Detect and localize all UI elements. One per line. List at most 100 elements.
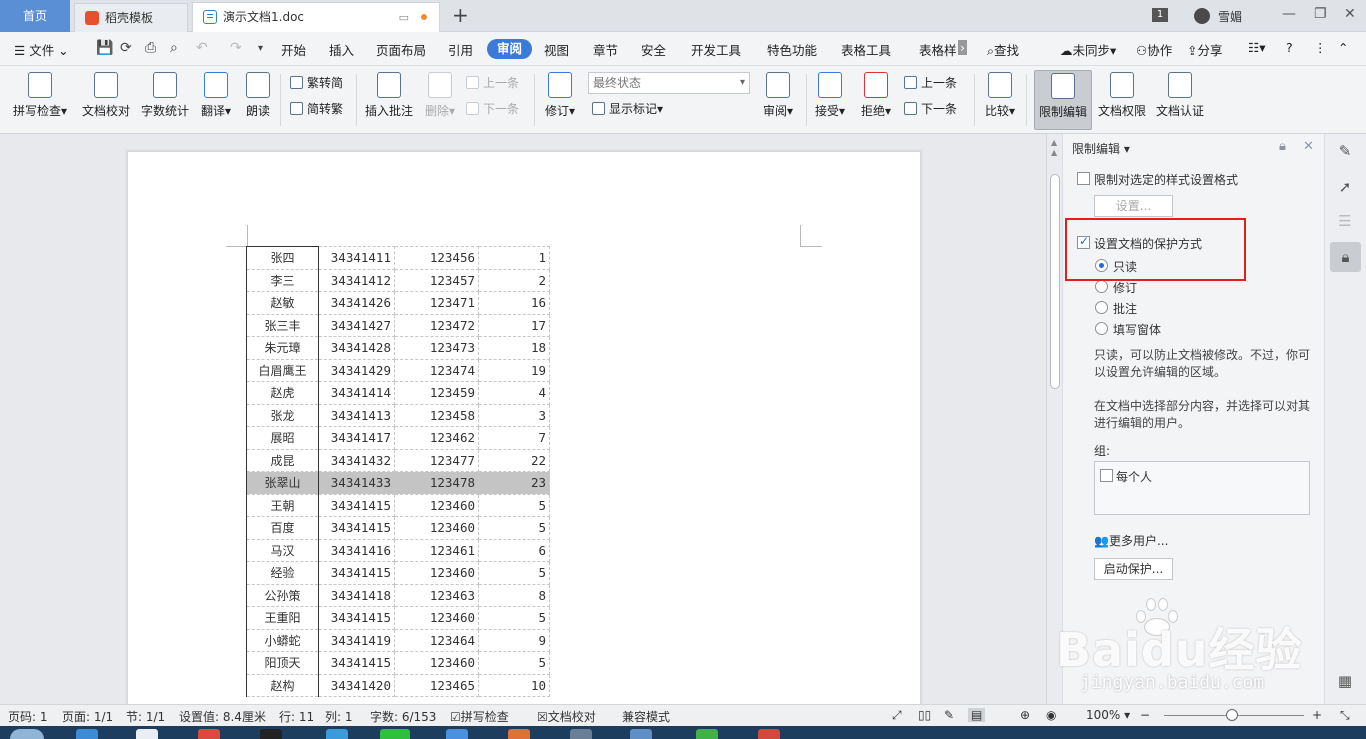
restrict-format-checkbox[interactable] (1077, 172, 1090, 185)
table-cell[interactable]: 34341416 (318, 538, 395, 562)
scroll-up-icon[interactable]: ▲ (1051, 148, 1057, 157)
menu-developer[interactable]: 开发工具 (691, 40, 741, 59)
restore-icon[interactable]: ❐ (1314, 6, 1327, 22)
status-row[interactable]: 行: 11 (279, 708, 314, 725)
taskbar-app-icon[interactable] (758, 729, 780, 739)
table-cell[interactable]: 百度 (246, 516, 319, 540)
table-cell[interactable]: 34341411 (318, 246, 395, 270)
table-cell[interactable]: 张龙 (246, 403, 319, 427)
simp-to-trad-button[interactable]: 简转繁 (290, 100, 343, 117)
table-cell[interactable]: 1 (478, 246, 550, 270)
show-markup-button[interactable]: 显示标记▾ (592, 100, 663, 117)
undo-icon[interactable]: ↶ (196, 40, 208, 56)
taskbar-app-icon[interactable] (260, 729, 282, 739)
table-cell[interactable]: 34341418 (318, 583, 395, 607)
toolbar-options-icon[interactable]: ☷▾ (1248, 40, 1265, 55)
more-icon[interactable]: ⋮ (1314, 40, 1327, 55)
table-cell[interactable]: 张四 (246, 246, 319, 270)
table-cell[interactable]: 2 (478, 268, 550, 292)
table-cell[interactable]: 34341415 (318, 606, 395, 630)
lock-icon[interactable]: 🔒︎ (1279, 139, 1286, 154)
table-cell[interactable]: 8 (478, 583, 550, 607)
menu-table-style[interactable]: 表格样 (919, 40, 957, 59)
sync-status[interactable]: ☁未同步▾ (1060, 40, 1116, 59)
status-setting[interactable]: 设置值: 8.4厘米 (179, 708, 266, 725)
menu-view[interactable]: 视图 (544, 40, 569, 59)
table-cell[interactable]: 3 (478, 403, 550, 427)
table-cell[interactable]: 5 (478, 561, 550, 585)
table-cell[interactable]: 123460 (394, 493, 479, 517)
table-row[interactable]: 经验 34341415 123460 5 (246, 561, 550, 585)
save-icon[interactable]: 💾 (96, 40, 113, 56)
next-change-button[interactable]: 下一条 (904, 100, 957, 117)
taskbar-app-icon[interactable] (326, 729, 348, 739)
print-preview-icon[interactable]: ⌕ (170, 40, 178, 56)
table-row[interactable]: 赵虎 34341414 123459 4 (246, 381, 550, 405)
share-button[interactable]: ⇪分享 (1187, 40, 1223, 59)
doc-rights-button[interactable]: 文档权限 (1096, 70, 1148, 130)
markup-status-select[interactable]: 最终状态 (588, 72, 750, 94)
minimize-icon[interactable]: — (1282, 6, 1296, 22)
accept-button[interactable]: 接受▾ (812, 70, 848, 130)
table-row[interactable]: 张龙 34341413 123458 3 (246, 403, 550, 427)
table-cell[interactable]: 34341415 (318, 516, 395, 540)
table-cell[interactable]: 白眉鹰王 (246, 358, 319, 382)
table-cell[interactable]: 17 (478, 313, 550, 337)
restrict-editing-button[interactable]: 限制编辑 (1034, 70, 1092, 130)
menu-references[interactable]: 引用 (448, 40, 473, 59)
table-row[interactable]: 王重阳 34341415 123460 5 (246, 606, 550, 630)
read-aloud-button[interactable]: 朗读 (244, 70, 272, 130)
table-cell[interactable]: 5 (478, 493, 550, 517)
grid-icon[interactable]: ▦ (1334, 670, 1356, 692)
table-cell[interactable]: 王朝 (246, 493, 319, 517)
table-cell[interactable]: 19 (478, 358, 550, 382)
eye-protection-icon[interactable]: ◉ (1046, 708, 1056, 722)
table-cell[interactable]: 张三丰 (246, 313, 319, 337)
zoom-in-icon[interactable]: + (1312, 708, 1322, 722)
everyone-checkbox[interactable] (1100, 469, 1113, 482)
status-page[interactable]: 页码: 1 (8, 708, 48, 725)
scrollbar-thumb[interactable] (1050, 174, 1060, 389)
table-cell[interactable]: 123459 (394, 381, 479, 405)
taskbar-app-icon[interactable] (630, 729, 652, 739)
table-cell[interactable]: 34341426 (318, 291, 395, 315)
table-cell[interactable]: 123460 (394, 651, 479, 675)
table-row[interactable]: 阳顶天 34341415 123460 5 (246, 651, 550, 675)
taskbar-app-icon[interactable] (696, 729, 718, 739)
table-cell[interactable]: 123477 (394, 448, 479, 472)
group-list[interactable]: 每个人 (1094, 461, 1310, 515)
taskbar-app-icon[interactable] (136, 729, 158, 739)
table-row[interactable]: 赵构 34341420 123465 10 (246, 673, 550, 697)
table-row[interactable]: 白眉鹰王 34341429 123474 19 (246, 358, 550, 382)
table-cell[interactable]: 5 (478, 516, 550, 540)
doc-certify-button[interactable]: 文档认证 (1154, 70, 1206, 130)
table-cell[interactable]: 展昭 (246, 426, 319, 450)
status-words[interactable]: 字数: 6/153 (370, 708, 436, 725)
table-cell[interactable]: 123461 (394, 538, 479, 562)
table-cell[interactable]: 34341432 (318, 448, 395, 472)
fill-form-radio[interactable] (1095, 322, 1108, 335)
page-view-icon[interactable]: ▤ (968, 708, 986, 722)
table-cell[interactable]: 34341413 (318, 403, 395, 427)
collapse-ribbon-icon[interactable]: ⌃ (1338, 40, 1348, 55)
table-row[interactable]: 成昆 34341432 123477 22 (246, 448, 550, 472)
zoom-out-icon[interactable]: − (1140, 708, 1150, 722)
table-cell[interactable]: 34341419 (318, 628, 395, 652)
taskbar-app-icon[interactable] (198, 729, 220, 739)
close-icon[interactable]: ✕ (1303, 139, 1314, 154)
start-icon[interactable] (10, 729, 44, 739)
status-spell[interactable]: ☑拼写检查 (450, 708, 509, 725)
window-count-badge[interactable]: 1 (1152, 8, 1168, 22)
status-doccheck[interactable]: ☒文档校对 (537, 708, 596, 725)
table-row[interactable]: 公孙策 34341418 123463 8 (246, 583, 550, 607)
table-row[interactable]: 小蟒蛇 34341419 123464 9 (246, 628, 550, 652)
user-name[interactable]: 雪媚 (1218, 8, 1242, 25)
table-cell[interactable]: 马汉 (246, 538, 319, 562)
file-menu[interactable]: ☰ 文件 ⌄ (14, 40, 69, 59)
table-cell[interactable]: 123474 (394, 358, 479, 382)
search-button[interactable]: ⌕查找 (987, 40, 1019, 59)
table-cell[interactable]: 123456 (394, 246, 479, 270)
menu-security[interactable]: 安全 (641, 40, 666, 59)
collaborate-button[interactable]: ⚇协作 (1136, 40, 1172, 59)
table-cell[interactable]: 34341428 (318, 336, 395, 360)
